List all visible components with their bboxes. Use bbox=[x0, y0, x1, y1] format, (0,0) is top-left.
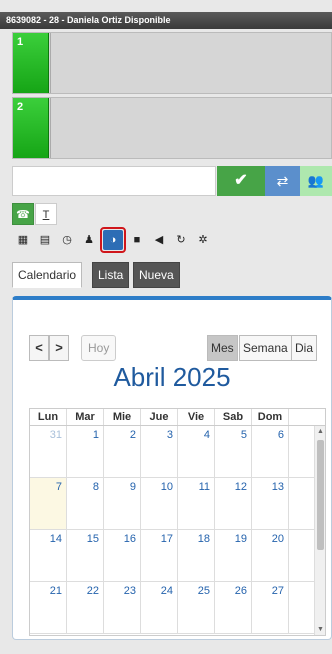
weekday-jue: Jue bbox=[141, 409, 178, 425]
tab-lista[interactable]: Lista bbox=[92, 262, 130, 288]
scroll-thumb[interactable] bbox=[317, 440, 324, 550]
calendar-day[interactable]: 14 bbox=[30, 530, 67, 581]
view-day-button[interactable]: Dia bbox=[291, 335, 318, 361]
line-2-number[interactable]: 2 bbox=[13, 98, 49, 158]
calendar-scrollbar[interactable]: ▲ ▼ bbox=[314, 426, 325, 635]
calendar-day[interactable]: 4 bbox=[178, 426, 215, 477]
calendar-week: 14 15 16 17 18 19 20 bbox=[30, 530, 325, 582]
tab-nueva[interactable]: Nueva bbox=[133, 262, 180, 288]
transfer-icon: ⇄ bbox=[276, 173, 289, 189]
calendar-day[interactable]: 2 bbox=[104, 426, 141, 477]
view-week-button[interactable]: Semana bbox=[239, 335, 292, 361]
calendar-day[interactable]: 25 bbox=[178, 582, 215, 633]
dial-input[interactable] bbox=[12, 166, 216, 196]
calendar-panel: < > Hoy Mes Semana Dia Abril 2025 Lun Mar… bbox=[12, 296, 332, 640]
conference-button[interactable]: 👥 bbox=[300, 166, 332, 196]
tab-calendario[interactable]: Calendario bbox=[12, 262, 83, 288]
calendar-day[interactable]: 23 bbox=[104, 582, 141, 633]
weekday-dom: Dom bbox=[252, 409, 289, 425]
phone-mode-button[interactable]: ☎ bbox=[12, 203, 34, 225]
calendar-week: 31 1 2 3 4 5 6 bbox=[30, 426, 325, 478]
line-1[interactable]: 1 bbox=[12, 32, 332, 94]
refresh-icon: ↻ bbox=[176, 234, 186, 246]
dial-row: ✔ ⇄ 👥 bbox=[12, 166, 332, 196]
calendar-day[interactable]: 7 bbox=[30, 478, 67, 529]
calendar-day[interactable]: 31 bbox=[30, 426, 67, 477]
clock-icon: ◷ bbox=[62, 234, 72, 246]
history-button[interactable]: ◷ bbox=[56, 227, 78, 253]
window-title-bar: 8639082 - 28 - Daniela Ortiz Disponible bbox=[0, 12, 332, 29]
transfer-button[interactable]: ⇄ bbox=[265, 166, 300, 196]
calendar-day[interactable]: 19 bbox=[215, 530, 252, 581]
refresh-button[interactable]: ↻ bbox=[170, 227, 192, 253]
window-title: 8639082 - 28 - Daniela Ortiz Disponible bbox=[6, 15, 171, 25]
calendar-body: 31 1 2 3 4 5 6 7 8 9 10 11 12 13 14 15 16 17 18 19 20 21 22 23 2… bbox=[29, 426, 326, 636]
line-1-body[interactable] bbox=[50, 33, 331, 93]
calendar-week: 7 8 9 10 11 12 13 bbox=[30, 478, 325, 530]
calendar-day[interactable]: 13 bbox=[252, 478, 289, 529]
users-icon: 👥 bbox=[307, 173, 325, 188]
weekday-sab: Sab bbox=[215, 409, 252, 425]
web-button[interactable]: ◑ bbox=[100, 227, 126, 253]
grid-button[interactable]: ▦ bbox=[12, 227, 34, 253]
gear-icon: ✲ bbox=[198, 234, 208, 246]
phone-icon: ☎ bbox=[16, 209, 30, 221]
calendar-day[interactable]: 5 bbox=[215, 426, 252, 477]
contact-button[interactable]: ♟ bbox=[78, 227, 100, 253]
calendar-day[interactable]: 15 bbox=[67, 530, 104, 581]
view-month-button[interactable]: Mes bbox=[207, 335, 238, 361]
calendar-day[interactable]: 21 bbox=[30, 582, 67, 633]
calendar-day[interactable]: 1 bbox=[67, 426, 104, 477]
scroll-up-icon[interactable]: ▲ bbox=[315, 426, 325, 437]
calendar-week: 21 22 23 24 25 26 27 bbox=[30, 582, 325, 634]
settings-button[interactable]: ✲ bbox=[192, 227, 214, 253]
weekday-mie: Mie bbox=[104, 409, 141, 425]
weekday-mar: Mar bbox=[67, 409, 104, 425]
calendar-day[interactable]: 6 bbox=[252, 426, 289, 477]
weekday-header: Lun Mar Mie Jue Vie Sab Dom bbox=[29, 408, 326, 426]
calendar-day[interactable]: 22 bbox=[67, 582, 104, 633]
calendar-day[interactable]: 3 bbox=[141, 426, 178, 477]
comment-icon: ■ bbox=[133, 234, 141, 246]
call-button[interactable]: ✔ bbox=[217, 166, 265, 196]
calendar-day[interactable]: 27 bbox=[252, 582, 289, 633]
calendar-day[interactable]: 11 bbox=[178, 478, 215, 529]
weekday-vie: Vie bbox=[178, 409, 215, 425]
scroll-down-icon[interactable]: ▼ bbox=[315, 624, 325, 635]
announce-button[interactable]: ◀ bbox=[148, 227, 170, 253]
today-button[interactable]: Hoy bbox=[81, 335, 117, 361]
calendar-grid: Lun Mar Mie Jue Vie Sab Dom 31 1 2 3 4 5 6 7 8 9 10 11 12 1… bbox=[29, 408, 326, 636]
next-month-button[interactable]: > bbox=[49, 335, 69, 361]
list-button[interactable]: ▤ bbox=[34, 227, 56, 253]
text-mode-button[interactable]: T bbox=[35, 203, 57, 225]
calendar-day[interactable]: 17 bbox=[141, 530, 178, 581]
weekday-lun: Lun bbox=[30, 409, 67, 425]
calendar-day[interactable]: 26 bbox=[215, 582, 252, 633]
calendar-day[interactable]: 18 bbox=[178, 530, 215, 581]
line-2[interactable]: 2 bbox=[12, 97, 332, 159]
calendar-day[interactable]: 10 bbox=[141, 478, 178, 529]
prev-month-button[interactable]: < bbox=[29, 335, 49, 361]
text-icon: T bbox=[42, 209, 50, 221]
bullhorn-icon: ◀ bbox=[154, 234, 164, 246]
calendar-day[interactable]: 24 bbox=[141, 582, 178, 633]
calendar-day[interactable]: 16 bbox=[104, 530, 141, 581]
chat-button[interactable]: ■ bbox=[126, 227, 148, 253]
calendar-title: Abril 2025 bbox=[113, 362, 231, 392]
line-1-number[interactable]: 1 bbox=[13, 33, 49, 93]
user-icon: ♟ bbox=[84, 234, 94, 246]
calendar-day[interactable]: 12 bbox=[215, 478, 252, 529]
grid-icon: ▦ bbox=[17, 234, 29, 246]
calendar-day[interactable]: 8 bbox=[67, 478, 104, 529]
list-icon: ▤ bbox=[39, 234, 51, 246]
line-2-body[interactable] bbox=[50, 98, 331, 158]
calendar-day[interactable]: 9 bbox=[104, 478, 141, 529]
check-icon: ✔ bbox=[234, 172, 248, 189]
globe-icon: ◑ bbox=[103, 230, 123, 250]
calendar-day[interactable]: 20 bbox=[252, 530, 289, 581]
